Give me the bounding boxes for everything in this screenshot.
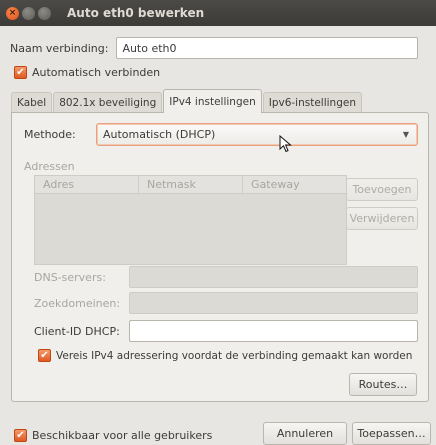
connection-name-row: Naam verbinding: Auto eth0 [10,37,419,59]
column-header-netmask[interactable]: Netmask [139,176,243,193]
tab-ipv4-settings[interactable]: IPv4 instellingen [163,89,262,113]
tab-ipv6-settings[interactable]: Ipv6-instellingen [262,92,362,113]
tab-bar: Kabel 802.1x beveiliging IPv4 instelling… [11,89,363,113]
client-id-label: Client-ID DHCP: [34,325,120,338]
minimize-window-button[interactable] [22,6,35,20]
close-window-button[interactable]: × [6,6,19,20]
search-domains-field[interactable] [129,292,418,314]
dns-servers-field[interactable] [129,266,418,288]
connection-name-field[interactable]: Auto eth0 [116,37,419,59]
tab-kabel[interactable]: Kabel [11,92,53,113]
client-id-field[interactable] [129,320,418,342]
ipv4-settings-panel: Methode: Automatisch (DHCP) ▼ Adressen A… [11,112,429,402]
connection-name-value: Auto eth0 [122,41,177,55]
window-title: Auto eth0 bewerken [67,6,205,20]
autoconnect-label: Automatisch verbinden [32,66,161,79]
tab-ipv4-label: IPv4 instellingen [169,95,256,108]
cancel-button[interactable]: Annuleren [263,422,347,445]
require-ipv4-label: Vereis IPv4 adressering voordat de verbi… [56,349,413,362]
tab-ipv6-label: Ipv6-instellingen [268,97,356,109]
remove-address-button[interactable]: Verwijderen [346,207,418,230]
window-controls: × [6,6,51,20]
addresses-table[interactable]: Adres Netmask Gateway [34,175,347,265]
require-ipv4-checkbox[interactable]: ✔ [38,349,51,362]
method-value: Automatisch (DHCP) [103,128,216,141]
addresses-table-header: Adres Netmask Gateway [35,176,346,194]
tab-kabel-label: Kabel [17,97,47,109]
dns-servers-label: DNS-servers: [34,271,106,284]
search-domains-label: Zoekdomeinen: [34,297,121,310]
add-address-button[interactable]: Toevoegen [346,178,418,201]
autoconnect-checkbox[interactable]: ✔ [14,66,27,79]
connection-name-label: Naam verbinding: [10,41,109,55]
title-bar: × Auto eth0 bewerken [0,0,436,26]
autoconnect-row[interactable]: ✔ Automatisch verbinden [14,66,160,79]
routes-button[interactable]: Routes… [349,373,417,396]
apply-button[interactable]: Toepassen… [352,422,431,445]
chevron-down-icon: ▼ [402,130,409,139]
method-label: Methode: [24,128,76,141]
tab-8021x-security[interactable]: 802.1x beveiliging [53,92,163,113]
addresses-label: Adressen [24,160,75,173]
method-dropdown[interactable]: Automatisch (DHCP) ▼ [96,123,418,146]
column-header-gateway[interactable]: Gateway [243,176,346,193]
column-header-address[interactable]: Adres [35,176,139,193]
mouse-pointer-icon [279,135,292,153]
tab-8021x-label: 802.1x beveiliging [59,97,157,109]
all-users-label: Beschikbaar voor alle gebruikers [32,429,213,442]
all-users-checkbox[interactable]: ✔ [14,429,27,442]
maximize-window-button[interactable] [38,6,51,20]
all-users-row[interactable]: ✔ Beschikbaar voor alle gebruikers [14,429,212,442]
require-ipv4-row[interactable]: ✔ Vereis IPv4 adressering voordat de ver… [38,349,412,362]
